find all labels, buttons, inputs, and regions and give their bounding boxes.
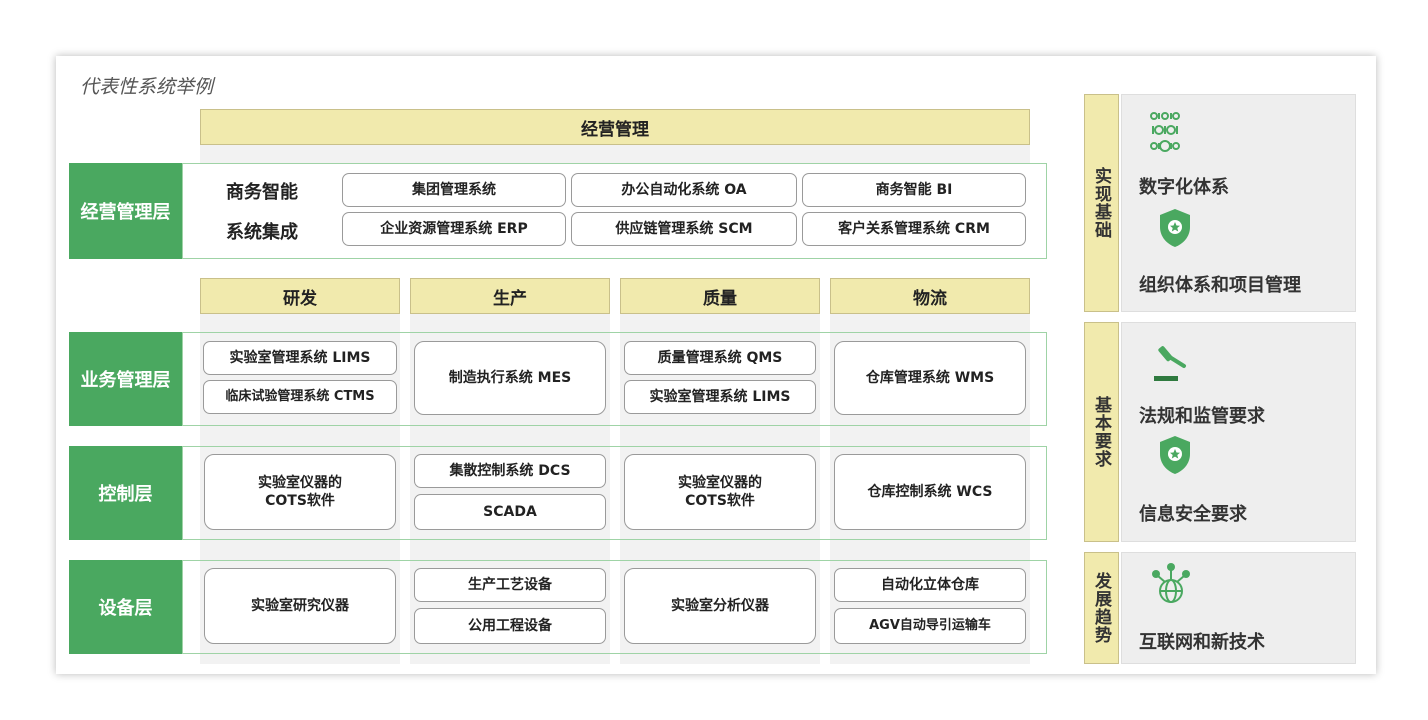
layer-label-operations: 业务管理层 — [69, 332, 182, 426]
system-erp: 企业资源管理系统 ERP — [342, 212, 566, 246]
system-oa: 办公自动化系统 OA — [571, 173, 797, 207]
side-tab-trends: 发展趋势 — [1084, 552, 1119, 664]
layer-label-business-mgmt: 经营管理层 — [69, 163, 182, 259]
diagram-card: 代表性系统举例 经营管理 研发 生产 质量 物流 经营管理层 业务管理层 控制层… — [56, 56, 1376, 674]
column-header-quality: 质量 — [620, 278, 820, 314]
column-header-logistics: 物流 — [830, 278, 1030, 314]
digital-binary-icon — [1148, 108, 1182, 156]
system-scm: 供应链管理系统 SCM — [571, 212, 797, 246]
side-tab-foundation: 实现基础 — [1084, 94, 1119, 312]
side-item-info-security: 信息安全要求 — [1139, 504, 1247, 525]
side-item-digital-system: 数字化体系 — [1139, 177, 1229, 198]
gavel-icon — [1150, 340, 1190, 384]
header-gap-bg — [200, 145, 1030, 163]
column-header-rd: 研发 — [200, 278, 400, 314]
production-dcs: 集散控制系统 DCS — [414, 454, 606, 488]
side-item-regulatory: 法规和监管要求 — [1139, 406, 1265, 427]
quality-analysis-instruments: 实验室分析仪器 — [624, 568, 816, 644]
production-utility-equipment: 公用工程设备 — [414, 608, 606, 644]
system-group-mgmt: 集团管理系统 — [342, 173, 566, 207]
rd-cots-software: 实验室仪器的 COTS软件 — [204, 454, 396, 530]
rd-research-instruments: 实验室研究仪器 — [204, 568, 396, 644]
layer-label-control: 控制层 — [69, 446, 182, 540]
production-mes: 制造执行系统 MES — [414, 341, 606, 415]
logistics-wms: 仓库管理系统 WMS — [834, 341, 1026, 415]
logistics-wcs: 仓库控制系统 WCS — [834, 454, 1026, 530]
side-item-internet-tech: 互联网和新技术 — [1139, 632, 1265, 653]
system-crm: 客户关系管理系统 CRM — [802, 212, 1026, 246]
shield-star-icon — [1157, 207, 1193, 249]
diagram-title: 代表性系统举例 — [80, 76, 214, 98]
quality-lims: 实验室管理系统 LIMS — [624, 380, 816, 414]
side-item-organization: 组织体系和项目管理 — [1139, 275, 1301, 296]
rd-ctms: 临床试验管理系统 CTMS — [203, 380, 397, 414]
quality-qms: 质量管理系统 QMS — [624, 341, 816, 375]
bi-label: 商务智能 — [226, 182, 298, 203]
production-scada: SCADA — [414, 494, 606, 530]
system-bi: 商务智能 BI — [802, 173, 1026, 207]
top-header-business-mgmt: 经营管理 — [200, 109, 1030, 145]
shield-star-icon — [1157, 434, 1193, 476]
rd-lims: 实验室管理系统 LIMS — [203, 341, 397, 375]
layer-label-equipment: 设备层 — [69, 560, 182, 654]
side-tab-requirements: 基本要求 — [1084, 322, 1119, 542]
column-header-production: 生产 — [410, 278, 610, 314]
quality-cots-software: 实验室仪器的 COTS软件 — [624, 454, 816, 530]
logistics-agv: AGV自动导引运输车 — [834, 608, 1026, 644]
globe-network-icon — [1150, 560, 1192, 608]
integration-label: 系统集成 — [226, 222, 298, 243]
logistics-as-rs: 自动化立体仓库 — [834, 568, 1026, 602]
production-process-equipment: 生产工艺设备 — [414, 568, 606, 602]
